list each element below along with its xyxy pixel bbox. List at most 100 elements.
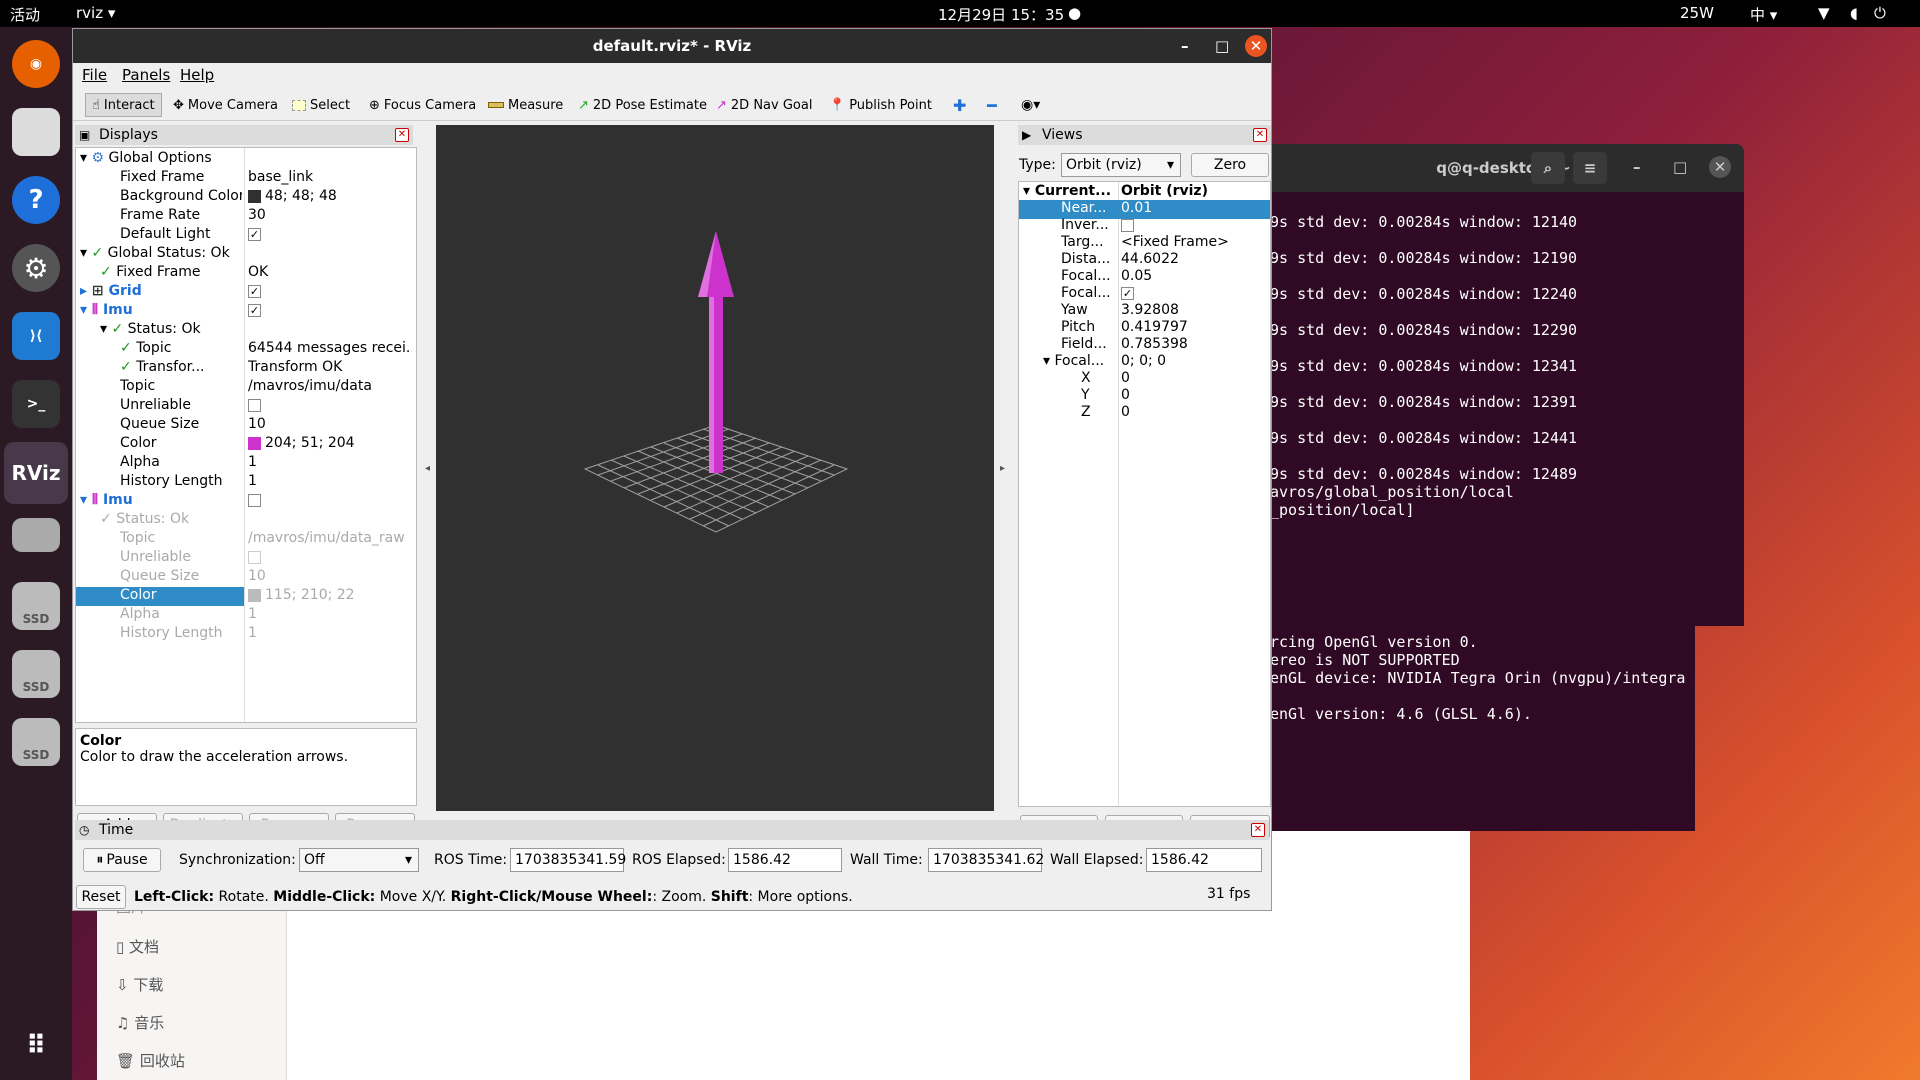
checkbox[interactable] (248, 398, 261, 412)
displays-tree[interactable]: ▾ ⚙ Global Options Fixed Frame base_link… (75, 147, 417, 723)
search-icon[interactable]: ⌕ (1531, 152, 1565, 184)
tree-row[interactable]: ✓ Fixed Frame (100, 264, 242, 283)
checkbox[interactable]: ✓ (248, 284, 261, 298)
fixed-frame-value[interactable]: base_link (248, 169, 408, 188)
minimize-icon[interactable]: – (1633, 158, 1641, 176)
focal-shape-size-value[interactable]: 0.05 (1121, 268, 1269, 287)
imu-color-value[interactable]: 204; 51; 204 (248, 435, 408, 454)
tree-row[interactable]: ✓ Status: Ok (100, 511, 242, 530)
alpha-value[interactable]: 1 (248, 606, 408, 625)
wifi-icon[interactable]: ▼ (1818, 4, 1830, 22)
menu-panels[interactable]: Panels (122, 66, 170, 84)
zero-button[interactable]: Zero (1191, 153, 1269, 177)
activities-button[interactable]: 活动 (10, 4, 40, 25)
wall-time-field[interactable]: 1703835341.62 (928, 848, 1044, 872)
add-tool-icon[interactable]: ✚ (953, 93, 966, 117)
ssd-drive-icon[interactable]: SSD (12, 582, 60, 630)
tool-publish-point[interactable]: 📍 Publish Point (829, 93, 932, 117)
sidebar-item-music[interactable]: ♫ 音乐 (116, 1012, 164, 1033)
ssd-drive-icon[interactable]: SSD (12, 650, 60, 698)
power-indicator[interactable]: 25W (1680, 4, 1714, 22)
background-color-value[interactable]: 48; 48; 48 (248, 188, 408, 207)
close-icon[interactable]: ✕ (1709, 156, 1731, 178)
close-panel-icon[interactable]: ✕ (1253, 128, 1267, 142)
terminal-icon[interactable]: >_ (12, 380, 60, 428)
displays-header[interactable]: ▣ Displays ✕ (75, 125, 413, 145)
imu-checkbox[interactable]: ✓ (248, 302, 268, 321)
grid-row[interactable]: ▸ ⊞ Grid (80, 283, 244, 302)
imu-topic-value[interactable]: /mavros/imu/data (248, 378, 408, 397)
power-icon[interactable]: ⏻ (1874, 4, 1886, 22)
render-viewport[interactable] (436, 125, 994, 811)
selected-row-near-clip[interactable]: Near... 0.01 (1019, 200, 1270, 219)
wall-elapsed-field[interactable]: 1586.42 (1146, 848, 1262, 872)
sidebar-item-downloads[interactable]: ⇩ 下载 (116, 974, 163, 995)
maximize-icon[interactable]: □ (1673, 158, 1687, 176)
sync-select[interactable]: Off ▾ (299, 848, 419, 872)
queue-size-value[interactable]: 10 (248, 568, 408, 587)
imu-raw-row[interactable]: ▾ ⦀ Imu (80, 492, 244, 511)
unreliable-checkbox[interactable] (248, 549, 268, 568)
sidebar-item-trash[interactable]: 🗑 回收站 (116, 1050, 185, 1071)
checkbox[interactable] (1121, 218, 1134, 232)
tree-row[interactable]: ▾ ✓ Status: Ok (100, 321, 242, 340)
close-icon[interactable]: ✕ (1245, 35, 1267, 57)
ssd-drive-icon[interactable]: SSD (12, 718, 60, 766)
help-icon[interactable]: ? (12, 176, 60, 224)
input-method[interactable]: 中 ▾ (1750, 4, 1777, 25)
files-icon[interactable] (12, 108, 60, 156)
settings-icon[interactable]: ⚙ (12, 244, 60, 292)
firefox-icon[interactable]: ◉ (12, 40, 60, 88)
reset-button[interactable]: Reset (76, 885, 126, 909)
ros-time-field[interactable]: 1703835341.59 (510, 848, 626, 872)
app-grid-icon[interactable]: ⠿ (12, 1022, 60, 1070)
view-type-select[interactable]: Orbit (rviz) ▾ (1061, 153, 1181, 177)
checkbox[interactable]: ✓ (248, 303, 261, 317)
remove-tool-icon[interactable]: ━ (987, 93, 997, 117)
tool-interact[interactable]: ☝ Interact (85, 93, 162, 117)
checkbox[interactable] (248, 550, 261, 564)
tool-select[interactable]: Select (292, 93, 350, 117)
history-length-value[interactable]: 1 (248, 625, 408, 644)
views-tree[interactable]: ▾ Current... Orbit (rviz) Near... 0.01 In… (1018, 181, 1271, 807)
drive-icon[interactable] (12, 518, 60, 552)
tree-row[interactable]: ✓ Transfor... (120, 359, 242, 378)
tool-move-camera[interactable]: ✥ Move Camera (173, 93, 278, 117)
checkbox[interactable] (248, 493, 261, 507)
minimize-icon[interactable]: – (1181, 37, 1189, 55)
tool-measure[interactable]: Measure (488, 93, 563, 117)
rviz-icon[interactable]: RViz (4, 442, 68, 504)
frame-rate-value[interactable]: 30 (248, 207, 408, 226)
checkbox[interactable]: ✓ (1121, 286, 1134, 300)
unreliable-checkbox[interactable] (248, 397, 268, 416)
close-panel-icon[interactable]: ✕ (1251, 823, 1265, 837)
vscode-icon[interactable]: ⟩⟨ (12, 312, 60, 360)
app-menu[interactable]: rviz ▾ (76, 4, 115, 22)
history-length-value[interactable]: 1 (248, 473, 408, 492)
maximize-icon[interactable]: □ (1215, 37, 1229, 55)
menu-icon[interactable]: ≡ (1573, 152, 1607, 184)
alpha-value[interactable]: 1 (248, 454, 408, 473)
time-header[interactable]: ◷ Time ✕ (75, 820, 1269, 840)
tool-focus-camera[interactable]: ⊕ Focus Camera (369, 93, 476, 117)
imu-raw-color-value[interactable]: 115; 210; 22 (248, 587, 408, 606)
tree-row[interactable]: ▾ ⚙ Global Options (80, 150, 410, 169)
tree-row[interactable]: ✓ Topic (120, 340, 242, 359)
volume-icon[interactable]: ◖ (1850, 4, 1858, 22)
imu-raw-topic-value[interactable]: /mavros/imu/data_raw (248, 530, 412, 549)
default-light-checkbox[interactable]: ✓ (248, 226, 268, 245)
right-collapse-handle-icon[interactable]: ▸ (1000, 463, 1005, 474)
sidebar-item-documents[interactable]: ▯ 文档 (116, 936, 159, 957)
close-panel-icon[interactable]: ✕ (395, 128, 409, 142)
queue-size-value[interactable]: 10 (248, 416, 408, 435)
menu-file[interactable]: File (82, 66, 107, 84)
terminal-titlebar[interactable]: q@q-desktop: ~ ⌕ ≡ – □ ✕ (1263, 144, 1744, 192)
tool-2d-pose-estimate[interactable]: ↗ 2D Pose Estimate (578, 93, 707, 117)
ros-elapsed-field[interactable]: 1586.42 (728, 848, 842, 872)
clock[interactable]: 12月29日 15：35 (938, 4, 1064, 25)
rviz-titlebar[interactable]: default.rviz* - RViz – □ ✕ (73, 29, 1271, 63)
selected-row-color[interactable]: Color (76, 587, 244, 606)
views-header[interactable]: ▶ Views ✕ (1018, 125, 1271, 145)
imu-raw-checkbox[interactable] (248, 492, 268, 511)
left-collapse-handle-icon[interactable]: ◂ (425, 463, 430, 474)
